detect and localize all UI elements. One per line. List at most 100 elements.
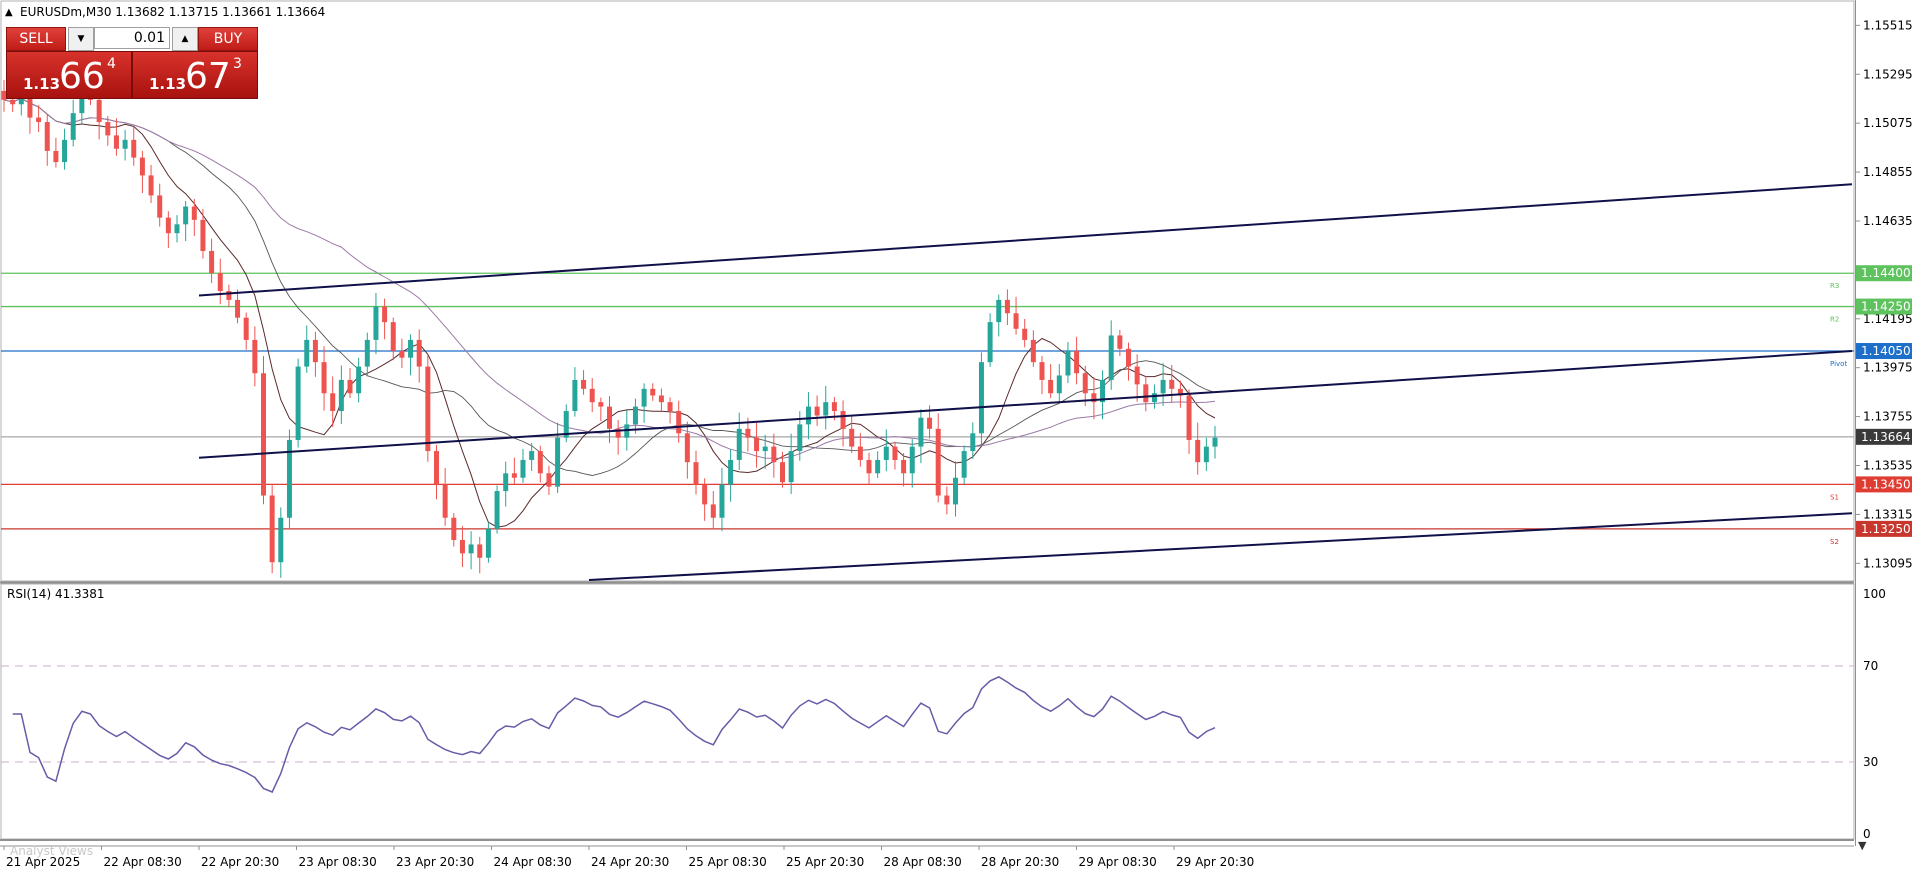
symbol-info: EURUSDm,M30 1.13682 1.13715 1.13661 1.13… <box>20 5 325 19</box>
candle-body <box>209 250 215 274</box>
volume-up-button[interactable]: ▲ <box>172 27 198 51</box>
buy-button[interactable]: BUY <box>198 27 258 51</box>
level-name-pivot: Pivot <box>1830 360 1847 368</box>
candle-body <box>987 322 993 363</box>
level-price-label: 1.13250 <box>1861 522 1911 536</box>
candle-body <box>503 473 509 492</box>
volume-input[interactable] <box>94 27 170 49</box>
candle-body <box>122 139 128 149</box>
time-tick-label: 28 Apr 08:30 <box>884 855 962 869</box>
candle-body <box>148 175 154 196</box>
level-name-r3: R3 <box>1830 282 1839 290</box>
candle-body <box>546 473 552 487</box>
candle-body <box>710 504 716 518</box>
candle-body <box>1212 437 1218 447</box>
candle-body <box>650 388 656 396</box>
candle-body <box>909 446 915 474</box>
chart-arrow-icon[interactable]: ▲ <box>5 7 13 18</box>
candle-body <box>1117 335 1123 349</box>
candle-body <box>183 206 189 225</box>
candle-body <box>10 99 16 105</box>
chart-canvas[interactable]: R3 R2 Pivot S1 S2 1.15515 1.15295 1.15075 1.148… <box>0 0 1916 874</box>
buy-price-big: 67 <box>185 56 231 97</box>
candle-body <box>113 135 119 149</box>
candle-body <box>416 339 422 367</box>
candle-body <box>754 437 760 452</box>
time-tick-label: 29 Apr 20:30 <box>1176 855 1254 869</box>
candle-body <box>269 495 275 563</box>
sell-price-box[interactable]: 1.13 66 4 <box>6 51 132 99</box>
time-tick-label: 29 Apr 08:30 <box>1079 855 1157 869</box>
candle-body <box>1160 379 1166 394</box>
candle-body <box>44 122 50 151</box>
candle-body <box>961 451 967 478</box>
time-tick-label: 28 Apr 20:30 <box>981 855 1059 869</box>
candle-body <box>1195 439 1201 463</box>
candle-body <box>1039 362 1045 380</box>
level-name-r2: R2 <box>1830 316 1839 324</box>
candle-body <box>658 395 664 403</box>
candle-body <box>537 451 543 474</box>
level-price-label: 1.14050 <box>1861 344 1911 358</box>
candle-body <box>1143 384 1149 403</box>
sell-price-sup: 4 <box>107 56 116 72</box>
candle-body <box>598 402 604 407</box>
candle-body <box>857 446 863 460</box>
candle-body <box>62 139 68 163</box>
candle-body <box>217 273 223 291</box>
one-click-trading-panel: SELL ▼ ▲ BUY 1.13 66 4 1.13 67 3 <box>6 27 258 99</box>
time-tick-label: 22 Apr 08:30 <box>104 855 182 869</box>
scroll-down-icon[interactable]: ▼ <box>1858 839 1867 852</box>
candle-body <box>165 217 171 234</box>
candle-body <box>364 339 370 367</box>
candle-body <box>702 484 708 505</box>
candle-body <box>978 362 984 434</box>
price-tick-label: 1.13535 <box>1863 459 1913 473</box>
buy-price-prefix: 1.13 <box>149 75 187 93</box>
candle-body <box>70 113 76 140</box>
candle-body <box>200 219 206 251</box>
rsi-pane[interactable] <box>0 583 1855 840</box>
candle-body <box>105 122 111 136</box>
candle-body <box>849 428 855 447</box>
candle-body <box>1030 339 1036 363</box>
time-tick-label: 23 Apr 08:30 <box>299 855 377 869</box>
candle-body <box>529 451 535 460</box>
analyst-views-tab[interactable]: Analyst Views <box>10 844 93 858</box>
candle-body <box>347 379 353 394</box>
candle-body <box>996 299 1002 323</box>
time-tick-label: 23 Apr 20:30 <box>396 855 474 869</box>
candle-body <box>261 373 266 496</box>
candle-body <box>235 299 241 318</box>
sell-price-big: 66 <box>59 56 105 97</box>
candle-body <box>477 544 483 558</box>
candle-body <box>684 433 690 463</box>
candle-body <box>485 528 491 558</box>
candle-body <box>805 406 811 425</box>
time-tick-label: 24 Apr 20:30 <box>591 855 669 869</box>
candle-body <box>373 306 379 340</box>
current-price-label: 1.13664 <box>1861 430 1911 444</box>
buy-price-box[interactable]: 1.13 67 3 <box>132 51 258 99</box>
candle-body <box>589 388 595 403</box>
volume-down-button[interactable]: ▼ <box>68 27 94 51</box>
candle-body <box>1004 299 1010 314</box>
sell-button[interactable]: SELL <box>6 27 66 51</box>
price-tick-label: 1.14635 <box>1863 214 1913 228</box>
candle-body <box>736 428 742 460</box>
candle-body <box>719 484 725 518</box>
candle-body <box>935 428 941 496</box>
candle-body <box>157 195 163 218</box>
candle-body <box>918 417 924 447</box>
candle-body <box>676 411 682 434</box>
buy-price-sup: 3 <box>233 56 242 72</box>
candle-body <box>572 379 578 412</box>
sell-price-prefix: 1.13 <box>23 75 61 93</box>
candle-body <box>607 406 612 429</box>
candle-body <box>762 446 768 452</box>
candle-body <box>555 437 561 487</box>
candle-body <box>451 517 457 540</box>
candle-body <box>520 459 526 478</box>
candle-body <box>693 462 699 485</box>
candle-body <box>1126 348 1131 367</box>
